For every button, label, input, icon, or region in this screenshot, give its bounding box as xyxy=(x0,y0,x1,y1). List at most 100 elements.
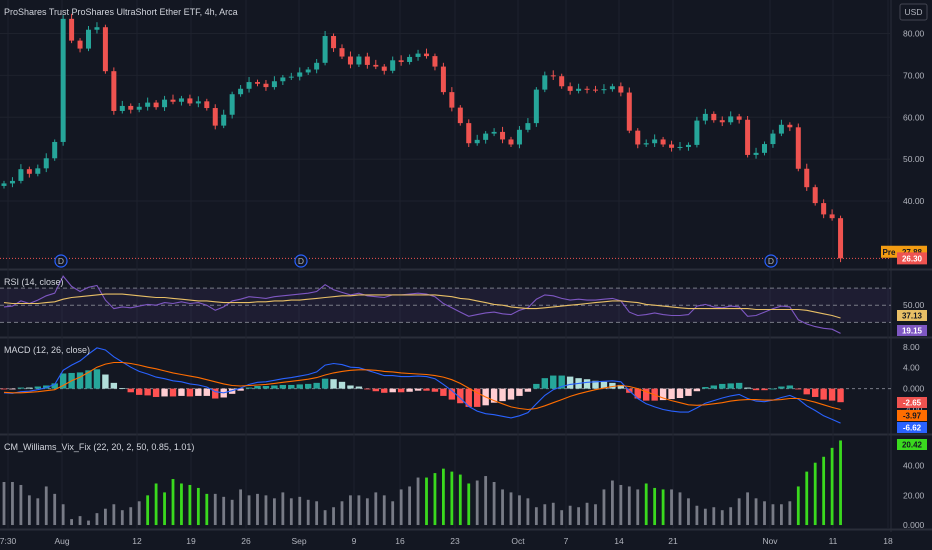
vix-bar xyxy=(780,504,783,526)
candle xyxy=(77,40,83,49)
macd-histogram-bar xyxy=(744,387,751,389)
vix-bar xyxy=(416,477,420,526)
macd-value: -6.62 xyxy=(903,424,922,433)
vix-bar xyxy=(27,495,31,526)
vix-bar xyxy=(568,505,572,526)
candle xyxy=(111,71,117,111)
currency-button-label[interactable]: USD xyxy=(905,7,923,17)
candle xyxy=(390,60,396,71)
macd-histogram-bar xyxy=(685,388,692,396)
candle xyxy=(576,88,582,91)
x-tick-label: 11 xyxy=(829,536,838,546)
candle xyxy=(770,133,776,145)
dividend-marker-label[interactable]: D xyxy=(768,256,774,266)
candle xyxy=(626,92,632,131)
macd-histogram-bar xyxy=(34,386,41,389)
vix-bar xyxy=(484,476,488,526)
macd-histogram-bar xyxy=(178,388,185,396)
macd-histogram-bar xyxy=(161,388,168,397)
dividend-marker[interactable]: D xyxy=(764,254,778,268)
candle xyxy=(508,139,514,145)
macd-histogram-bar xyxy=(566,376,574,389)
candle xyxy=(466,123,472,144)
candle xyxy=(9,180,15,184)
vix-bar xyxy=(822,456,826,526)
chart-background xyxy=(0,0,932,550)
vix-bar xyxy=(180,483,183,526)
vix-bar xyxy=(289,498,293,526)
candle xyxy=(43,158,49,169)
vix-bar xyxy=(442,468,445,526)
vix-bar xyxy=(788,501,792,526)
candle xyxy=(288,76,294,78)
candle xyxy=(745,119,751,155)
candle xyxy=(153,102,159,108)
dividend-marker[interactable]: D xyxy=(54,254,68,268)
vix-bar xyxy=(712,507,716,526)
x-tick-label: 16 xyxy=(395,536,405,546)
candle xyxy=(128,105,134,110)
dividend-marker-label[interactable]: D xyxy=(58,256,64,266)
vix-bar xyxy=(560,510,564,526)
chart-title: ProShares Trust ProShares UltraShort Eth… xyxy=(4,7,238,17)
candle xyxy=(60,18,66,142)
vix-bar xyxy=(230,499,234,526)
vix-bar xyxy=(95,513,99,526)
macd-histogram-bar xyxy=(127,388,134,393)
candle xyxy=(221,114,227,126)
dividend-marker[interactable]: D xyxy=(294,254,308,268)
macd-histogram-bar xyxy=(431,388,439,392)
candle xyxy=(711,113,717,121)
candle xyxy=(643,143,649,145)
price-tick-label: 70.00 xyxy=(903,70,925,80)
macd-value: -2.65 xyxy=(903,399,922,408)
candle xyxy=(271,81,277,88)
macd-histogram-bar xyxy=(406,388,413,392)
vix-bar xyxy=(737,498,741,526)
macd-histogram-bar xyxy=(381,388,388,393)
candle xyxy=(491,131,497,134)
candle xyxy=(86,29,91,49)
vix-bar xyxy=(644,483,648,526)
vix-bar xyxy=(11,482,14,526)
candle xyxy=(609,86,615,90)
macd-legend[interactable]: MACD (12, 26, close) xyxy=(4,345,90,355)
candle xyxy=(728,116,734,123)
candle xyxy=(322,36,328,63)
candle xyxy=(821,203,827,215)
vix-bar xyxy=(433,473,437,526)
candle xyxy=(18,169,24,181)
vix-bar xyxy=(163,492,166,526)
candle xyxy=(119,105,125,111)
macd-histogram-bar xyxy=(719,383,726,389)
vix-bar xyxy=(315,501,319,526)
vix-bar xyxy=(450,471,454,526)
price-tick-label: 50.00 xyxy=(903,154,925,164)
vix-bar xyxy=(408,486,411,526)
macd-histogram-bar xyxy=(541,378,548,389)
vix-bar xyxy=(458,474,462,526)
currency-button[interactable]: USD xyxy=(899,3,928,21)
vix-bar xyxy=(213,493,217,526)
rsi-legend[interactable]: RSI (14, close) xyxy=(4,277,64,287)
price-tick-label: 60.00 xyxy=(903,112,925,122)
macd-histogram-bar xyxy=(533,383,540,389)
candle xyxy=(204,101,210,109)
pre-market-label: Pre xyxy=(883,248,896,257)
candle xyxy=(407,56,413,62)
x-tick-label: 19 xyxy=(186,536,196,546)
vix-bar xyxy=(585,502,589,526)
vix-bar xyxy=(340,501,344,526)
candle xyxy=(787,124,793,128)
vix-bar xyxy=(154,483,158,526)
macd-histogram-bar xyxy=(812,388,819,397)
macd-tick-label: 0.000 xyxy=(903,384,925,394)
price-tick-label: 40.00 xyxy=(903,196,925,206)
x-tick-label: 23 xyxy=(450,536,460,546)
rsi-ma-value: 37.13 xyxy=(902,312,923,321)
vix-legend[interactable]: CM_Williams_Vix_Fix (22, 20, 2, 50, 0.85… xyxy=(4,442,194,452)
candle xyxy=(812,187,818,204)
dividend-marker-label[interactable]: D xyxy=(298,256,304,266)
candle xyxy=(677,146,683,148)
vix-bar xyxy=(2,482,6,526)
